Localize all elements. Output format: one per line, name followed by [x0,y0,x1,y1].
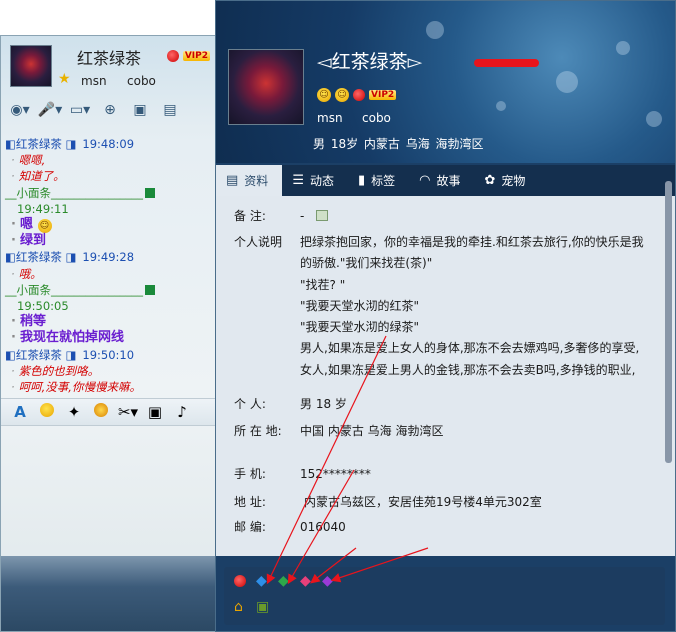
vip-badge: VIP2 [369,90,397,100]
tab-feed[interactable]: ☰ 动态 [282,165,348,196]
message-line: · 我现在就怕掉网线 [11,330,124,346]
green-diamond-icon[interactable]: ◆ [278,573,289,589]
file-transfer-icon[interactable]: ▭▾ [67,99,93,121]
scrollbar[interactable] [665,181,672,463]
message-header: ◧红茶绿茶 ◨ 19:50:10 [5,347,135,362]
vip-badge: VIP2 [167,48,211,62]
red-diamond-icon[interactable]: ◆ [300,573,311,589]
bio-text: 把绿茶抱回家，你的幸福是我的牵挂.和红茶去旅行,你的快乐是我 的骄傲."我们来找… [300,235,644,377]
chat-toolbar: ◉▾ 🎤▾ ▭▾ ⊕ ▣ ▤ [1,96,215,124]
video-call-icon[interactable]: ◉▾ [7,99,33,121]
message-line: · 绿到 [11,233,46,249]
message-header: ◧红茶绿茶 ◨ 19:48:09 [5,137,135,151]
contact-avatar[interactable] [10,45,52,87]
message-header: __小面条________________19:49:11 [5,185,215,217]
rain-drop [426,21,444,39]
chat-message-log: ◧红茶绿茶 ◨ 19:48:09 · 嗯嗯, · 知道了。 __小面条________… [5,136,215,411]
emoticon-icon[interactable] [36,403,58,421]
message-line: · 呵呵,没事,你慢慢来嘛。 [11,380,141,395]
star-icon: ★ [58,71,71,87]
music-icon[interactable]: ♪ [171,403,193,421]
bookmark-icon: ▮ [357,173,366,188]
house-icon[interactable]: ⌂ [234,599,243,615]
smiley-icon: ☺ [335,88,349,102]
tab-pets[interactable]: ✿ 宠物 [475,165,540,196]
chat-header: 红茶绿茶 VIP2 ★ msn cobo ◉▾ 🎤▾ ▭▾ ⊕ ▣ ▤ [1,36,215,128]
message-line: · 知道了。 [11,169,65,184]
cobo-label[interactable]: cobo [362,111,391,125]
remote-desktop-icon[interactable]: ▣ [127,99,153,121]
badge-panel: ◆ ◆ ◆ ◆ ⌂ ▣ [224,567,665,625]
cobo-label[interactable]: cobo [127,74,156,88]
msn-label[interactable]: msn [317,111,343,125]
blue-diamond-icon[interactable]: ◆ [256,573,267,589]
message-line: · 嗯 ☺ [5,217,215,234]
tab-tags[interactable]: ▮ 标签 [348,165,409,196]
font-icon[interactable]: A [9,403,31,421]
edit-note-icon[interactable] [316,210,328,221]
rain-drop [646,111,662,127]
qq-penguin-icon [353,89,365,101]
voice-call-icon[interactable]: 🎤▾ [37,99,63,121]
profile-name: ◅红茶绿茶▻ [317,51,423,73]
message-line: · 嗯嗯, [11,153,46,168]
tab-stories[interactable]: ◠ 故事 [409,165,474,196]
redaction-mark [474,59,539,67]
qq-pet-icon[interactable] [234,573,246,589]
list-icon: ☰ [292,173,304,188]
id-card-icon: ▤ [226,173,239,188]
shake-window-icon[interactable] [90,403,112,421]
rain-drop [496,101,506,111]
profile-avatar[interactable] [228,49,304,125]
profile-tabs: ▤ 资料 ☰ 动态 ▮ 标签 ◠ 故事 ✿ 宠物 [216,165,675,196]
pet-icon: ✿ [484,173,496,188]
message-line: · 紫色的也到咯。 [11,363,100,378]
profile-summary: 男 18岁 内蒙古 乌海 海勃湾区 [313,137,484,151]
contact-name: 红茶绿茶 [77,49,142,68]
qq-penguin-icon [167,49,179,62]
profile-details: 备 注: - 个人说明 把绿茶抱回家，你的幸福是我的牵挂.和红茶去旅行,你的快乐… [216,196,675,556]
sea-background [1,556,215,631]
message-line: · 稍等 [11,314,46,330]
add-contact-icon[interactable]: ⊕ [97,99,123,121]
message-line: · 哦。 [11,266,42,281]
message-header: ◧红茶绿茶 ◨ 19:49:28 [5,250,135,265]
signal-icon: ◠ [419,173,431,188]
purple-diamond-icon[interactable]: ◆ [322,573,333,589]
profile-window: ◅红茶绿茶▻ ☺ ☺ VIP2 msn cobo 男 18岁 内蒙古 乌海 海勃… [215,0,676,632]
tab-profile[interactable]: ▤ 资料 [216,165,283,196]
profile-status-icons: ☺ ☺ VIP2 [317,88,397,102]
msn-label[interactable]: msn [81,74,107,88]
screenshot-icon[interactable]: ✂▾ [117,403,139,421]
input-toolbar: A ✦ ✂▾ ▣ ♪ [1,398,215,426]
rain-drop [556,71,578,93]
magic-emoticon-icon[interactable]: ✦ [63,403,85,421]
message-header: __小面条________________19:50:05 [5,282,215,314]
rain-drop [616,41,630,55]
image-icon[interactable]: ▣ [144,403,166,421]
gift-box-icon[interactable]: ▣ [256,599,269,615]
more-apps-icon[interactable]: ▤ [157,99,183,121]
chat-window: 红茶绿茶 VIP2 ★ msn cobo ◉▾ 🎤▾ ▭▾ ⊕ ▣ ▤ ◧红茶绿… [0,35,216,632]
profile-header: ◅红茶绿茶▻ ☺ ☺ VIP2 msn cobo 男 18岁 内蒙古 乌海 海勃… [216,1,675,163]
smiley-emoticon-icon: ☺ [37,219,52,234]
smiley-icon: ☺ [317,88,331,102]
